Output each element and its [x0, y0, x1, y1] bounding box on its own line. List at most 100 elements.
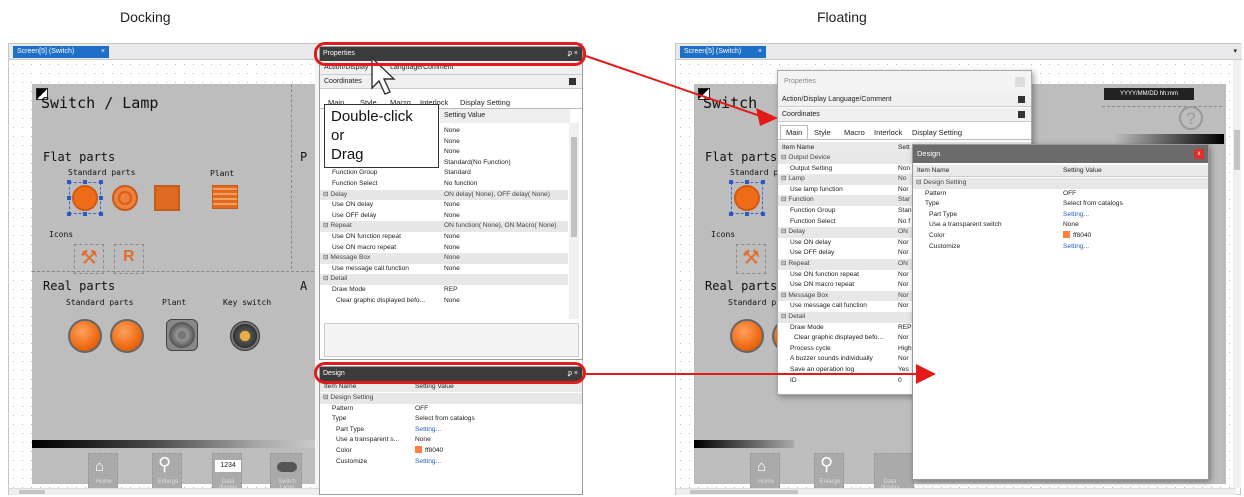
real-orange-button[interactable] — [730, 319, 764, 353]
property-row[interactable]: ⊟ Detail — [320, 274, 568, 285]
real-orange-button[interactable] — [110, 319, 144, 353]
property-row[interactable]: ⊟ Design Setting — [320, 393, 582, 404]
property-row[interactable]: Clear graphic displayed befo... None — [320, 296, 568, 307]
resize-handle[interactable] — [67, 212, 71, 216]
help-icon[interactable]: ? — [1179, 106, 1203, 130]
tab-style[interactable]: Style — [814, 128, 831, 137]
tab-main[interactable]: Main — [780, 125, 809, 139]
property-row[interactable]: Use ON macro repeat None — [320, 243, 568, 254]
property-row[interactable]: Use a transparent switch None — [913, 220, 1208, 231]
resize-handle[interactable] — [729, 180, 733, 184]
flat-ring-switch[interactable] — [112, 185, 138, 211]
close-icon[interactable]: × — [758, 46, 762, 58]
screen-tab[interactable]: Screen[5] (Switch) × — [13, 46, 109, 58]
property-row[interactable]: Color ff8040 — [320, 446, 582, 457]
resize-handle[interactable] — [745, 180, 749, 184]
flat-square-switch[interactable] — [154, 185, 180, 211]
tab-macro[interactable]: Macro — [844, 128, 865, 137]
property-row[interactable]: ⊟ Repeat ON function( None), ON Macro( No… — [320, 221, 568, 232]
property-row[interactable]: Color ff8040 — [913, 231, 1208, 242]
resize-handle[interactable] — [67, 180, 71, 184]
a-label: A — [300, 279, 308, 293]
wrench-icon[interactable]: ⚒ — [736, 244, 766, 274]
vertical-scrollbar[interactable] — [1233, 60, 1241, 488]
resize-handle[interactable] — [83, 212, 87, 216]
key-switch-icon[interactable] — [230, 321, 260, 351]
chevron-down-icon[interactable] — [1018, 111, 1025, 118]
resize-handle[interactable] — [99, 196, 103, 200]
coordinates-row[interactable]: Coordinates — [320, 75, 582, 89]
property-row[interactable]: Pattern OFF — [320, 404, 582, 415]
vertical-scrollbar[interactable] — [569, 123, 579, 319]
resize-handle[interactable] — [745, 212, 749, 216]
property-row[interactable]: Function Group Standard — [320, 168, 568, 179]
property-row[interactable]: Customize Setting... — [320, 457, 582, 468]
property-row[interactable]: Draw Mode REP — [320, 285, 568, 296]
action-display-row[interactable]: Action/Display Language/Comment — [778, 93, 1031, 107]
property-row[interactable]: Part Type Setting... — [320, 425, 582, 436]
chevron-down-icon[interactable] — [569, 78, 576, 85]
resize-handle[interactable] — [729, 212, 733, 216]
home-button[interactable]: ⌂ Home — [88, 453, 118, 489]
resize-handle[interactable] — [99, 212, 103, 216]
property-row[interactable]: Use ON delay None — [320, 200, 568, 211]
horizontal-scrollbar[interactable] — [9, 488, 319, 495]
property-value[interactable]: Setting... — [415, 457, 441, 468]
enlarge-button[interactable]: ⚲ Enlarge — [814, 453, 844, 489]
data-display-button[interactable]: Data display — [874, 453, 914, 491]
tab-display-setting[interactable]: Display Setting — [912, 128, 962, 137]
chevron-down-icon[interactable] — [1018, 96, 1025, 103]
property-row[interactable]: ⊟ Delay ON delay( None), OFF delay( None) — [320, 189, 568, 201]
enlarge-button[interactable]: ⚲ Enlarge — [152, 453, 182, 489]
resize-handle[interactable] — [761, 212, 765, 216]
home-button[interactable]: ⌂ Home — [750, 453, 780, 489]
flat-orange-switch[interactable] — [734, 185, 760, 211]
close-icon[interactable]: x — [1194, 149, 1204, 159]
caption-floating: Floating — [817, 9, 867, 25]
wrench-icon[interactable]: ⚒ — [74, 244, 104, 274]
design-titlebar[interactable]: Design x — [913, 145, 1208, 163]
horizontal-scrollbar[interactable] — [676, 488, 1236, 495]
tab-interlock[interactable]: Interlock — [874, 128, 902, 137]
resize-handle[interactable] — [99, 180, 103, 184]
property-row[interactable]: Use a transparent s... None — [320, 435, 582, 446]
property-row[interactable]: ⊟ Message Box None — [320, 253, 568, 264]
property-row[interactable]: Use message call function None — [320, 264, 568, 275]
coordinates-row[interactable]: Coordinates — [778, 108, 1031, 122]
property-row[interactable]: Function Select No function — [320, 179, 568, 190]
screen-tab[interactable]: Screen[5] (Switch) × — [680, 46, 766, 58]
property-value[interactable]: Setting... — [1063, 242, 1089, 253]
close-icon[interactable] — [1015, 77, 1025, 87]
scrollbar-thumb[interactable] — [19, 490, 45, 494]
scrollbar-thumb[interactable] — [690, 490, 798, 494]
data-display-button[interactable]: 1234 Data display — [212, 453, 242, 491]
chevron-down-icon[interactable]: ▾ — [1233, 47, 1237, 55]
real-orange-button[interactable] — [68, 319, 102, 353]
color-swatch[interactable] — [415, 446, 422, 453]
property-value[interactable]: Setting... — [415, 425, 441, 436]
resize-handle[interactable] — [83, 180, 87, 184]
scrollbar-thumb[interactable] — [1234, 130, 1240, 170]
property-row[interactable]: Pattern OFF — [913, 189, 1208, 200]
color-swatch[interactable] — [1063, 231, 1070, 238]
close-icon[interactable]: × — [101, 46, 105, 58]
screen-area[interactable]: Switch / Lamp Flat parts P Standard part… — [32, 84, 319, 491]
flat-orange-switch[interactable] — [72, 185, 98, 211]
plant-icon[interactable] — [212, 185, 238, 209]
property-row[interactable]: Customize Setting... — [913, 242, 1208, 253]
property-row[interactable]: Use ON function repeat None — [320, 232, 568, 243]
resize-handle[interactable] — [67, 196, 71, 200]
property-row[interactable]: Use OFF delay None — [320, 211, 568, 222]
property-row[interactable]: Type Select from catalogs — [320, 414, 582, 425]
property-row[interactable]: ⊟ Design Setting — [913, 178, 1208, 189]
property-row[interactable]: Type Select from catalogs — [913, 199, 1208, 210]
switch-lamp-button[interactable]: Switch Lamp — [270, 453, 302, 491]
tab-display-setting[interactable]: Display Setting — [460, 98, 510, 107]
reset-icon[interactable]: R — [114, 244, 144, 274]
scrollbar-thumb[interactable] — [571, 137, 577, 237]
gear-icon[interactable] — [166, 319, 198, 351]
property-value[interactable]: Setting... — [1063, 210, 1089, 221]
properties-titlebar[interactable]: Properties — [778, 71, 1031, 93]
resize-handle[interactable] — [761, 180, 765, 184]
property-row[interactable]: Part Type Setting... — [913, 210, 1208, 221]
